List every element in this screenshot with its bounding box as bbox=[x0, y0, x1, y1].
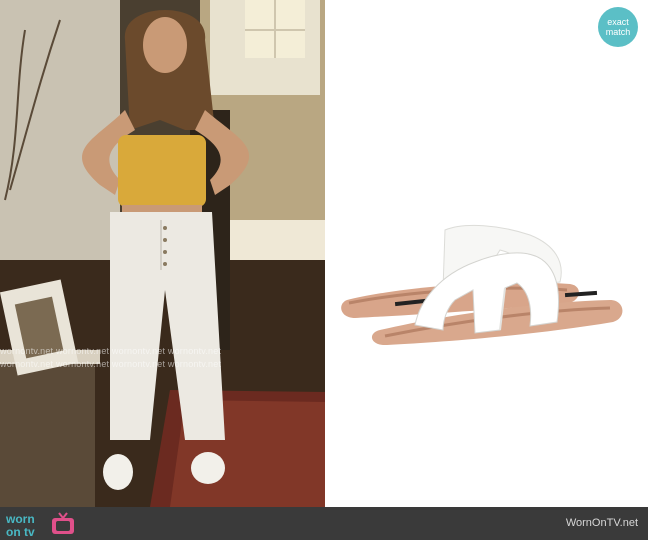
badge-line-1: exact bbox=[607, 17, 629, 27]
footer-bar: worn on tv WornOnTV.net bbox=[0, 507, 648, 540]
sandals-illustration bbox=[341, 224, 623, 346]
badge-line-2: match bbox=[605, 27, 631, 37]
watermark-row: wornontv.net wornontv.net wornontv.net w… bbox=[0, 346, 222, 356]
watermark-row: wornontv.net wornontv.net wornontv.net w… bbox=[0, 359, 222, 369]
logo-line-1: worn bbox=[6, 512, 35, 526]
scene-illustration bbox=[0, 0, 325, 507]
site-name[interactable]: WornOnTV.net bbox=[566, 517, 638, 529]
wornontv-logo[interactable]: worn on tv bbox=[6, 510, 86, 538]
product-photo bbox=[325, 0, 648, 507]
exact-match-badge: exact match bbox=[598, 7, 638, 47]
logo-line-2: on tv bbox=[6, 525, 35, 539]
scene-photo bbox=[0, 0, 325, 507]
tv-icon bbox=[52, 512, 74, 534]
